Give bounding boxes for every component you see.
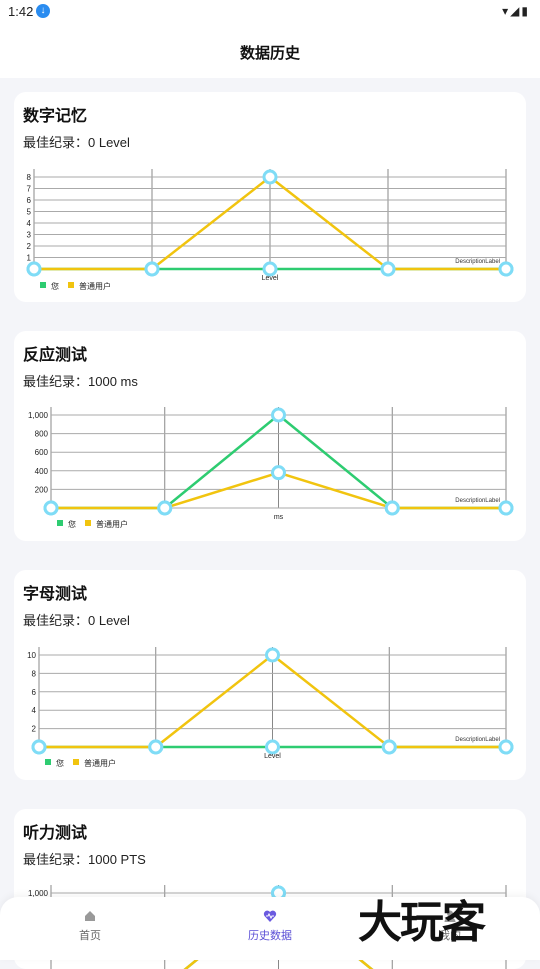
y-tick-label: 8 bbox=[27, 173, 32, 182]
y-tick-label: 600 bbox=[35, 448, 49, 457]
tab-home[interactable]: 首页 bbox=[50, 909, 130, 943]
chart-card-reaction: 反应测试 最佳纪录：1000 ms 02004006008001,000Desc… bbox=[14, 331, 526, 541]
y-tick-label: 1,000 bbox=[28, 411, 49, 420]
home-icon bbox=[85, 911, 95, 921]
y-tick-label: 6 bbox=[27, 196, 32, 205]
y-tick-label: 8 bbox=[32, 669, 37, 678]
data-point bbox=[144, 261, 160, 277]
data-point bbox=[498, 739, 514, 755]
data-point bbox=[271, 407, 286, 423]
legend-label: 普通用户 bbox=[84, 758, 116, 768]
data-point bbox=[262, 169, 278, 185]
legend-label: 您 bbox=[56, 758, 64, 768]
y-tick-label: 400 bbox=[35, 467, 49, 476]
legend-label: 普通用户 bbox=[79, 281, 111, 291]
y-tick-label: 1 bbox=[27, 254, 32, 263]
y-tick-label: 4 bbox=[27, 219, 32, 228]
system-icons: ▾◢▮ bbox=[502, 4, 530, 18]
description-label: DescriptionLabel bbox=[455, 259, 500, 265]
y-tick-label: 7 bbox=[27, 185, 32, 194]
x-axis-label: ms bbox=[274, 514, 284, 521]
wifi-icon: ▾ bbox=[502, 4, 511, 18]
legend-label: 您 bbox=[68, 519, 76, 529]
legend-swatch bbox=[40, 282, 46, 288]
data-point bbox=[498, 500, 514, 516]
legend-swatch bbox=[85, 520, 91, 526]
data-point bbox=[381, 739, 397, 755]
y-tick-label: 2 bbox=[27, 242, 32, 251]
battery-icon: ▮ bbox=[521, 4, 530, 18]
description-label: DescriptionLabel bbox=[455, 498, 500, 504]
download-icon: ↓ bbox=[36, 4, 50, 18]
legend-label: 您 bbox=[51, 281, 59, 291]
data-point bbox=[31, 739, 47, 755]
data-point bbox=[380, 261, 396, 277]
signal-icon: ◢ bbox=[510, 4, 522, 18]
x-axis-label: Level bbox=[264, 753, 281, 760]
legend-swatch bbox=[45, 759, 51, 765]
data-point bbox=[157, 500, 173, 516]
data-point bbox=[43, 500, 59, 516]
data-point bbox=[265, 739, 280, 755]
legend-swatch bbox=[68, 282, 74, 288]
status-bar: 1:42 ↓ ▾◢▮ bbox=[0, 0, 540, 24]
heart-chart-icon bbox=[263, 910, 277, 922]
y-tick-label: 6 bbox=[32, 688, 37, 697]
data-point bbox=[271, 465, 286, 481]
tab-history[interactable]: 历史数据 bbox=[230, 909, 310, 943]
y-tick-label: 5 bbox=[27, 208, 32, 217]
description-label: DescriptionLabel bbox=[455, 737, 500, 743]
chart-digit-memory: 012345678DescriptionLabelLevel您普通用户 bbox=[26, 169, 514, 291]
y-tick-label: 10 bbox=[27, 651, 36, 660]
chart-reaction: 02004006008001,000DescriptionLabelms您普通用… bbox=[28, 407, 514, 529]
y-tick-label: 2 bbox=[32, 725, 37, 734]
y-tick-label: 4 bbox=[32, 706, 37, 715]
y-tick-label: 200 bbox=[35, 485, 49, 494]
data-point bbox=[265, 647, 280, 663]
legend-swatch bbox=[73, 759, 79, 765]
page-title: 数据历史 bbox=[0, 24, 540, 78]
data-point bbox=[384, 500, 400, 516]
y-tick-label: 3 bbox=[27, 231, 32, 240]
y-tick-label: 800 bbox=[35, 430, 49, 439]
data-point bbox=[148, 739, 164, 755]
legend-label: 普通用户 bbox=[96, 519, 128, 529]
legend-swatch bbox=[57, 520, 63, 526]
data-point bbox=[26, 261, 42, 277]
tab-label: 首页 bbox=[79, 930, 101, 942]
data-point bbox=[498, 261, 514, 277]
data-point bbox=[262, 261, 278, 277]
tab-label: 历史数据 bbox=[248, 930, 292, 942]
chart-card-digit-memory: 数字记忆 最佳纪录：0 Level 012345678DescriptionLa… bbox=[14, 92, 526, 302]
chart-letter: 0246810DescriptionLabelLevel您普通用户 bbox=[27, 647, 514, 768]
watermark-logo: 大玩客 bbox=[358, 897, 486, 948]
chart-card-letter: 字母测试 最佳纪录：0 Level 0246810DescriptionLabe… bbox=[14, 570, 526, 780]
x-axis-label: Level bbox=[262, 275, 279, 282]
clock: 1:42 bbox=[8, 4, 34, 19]
